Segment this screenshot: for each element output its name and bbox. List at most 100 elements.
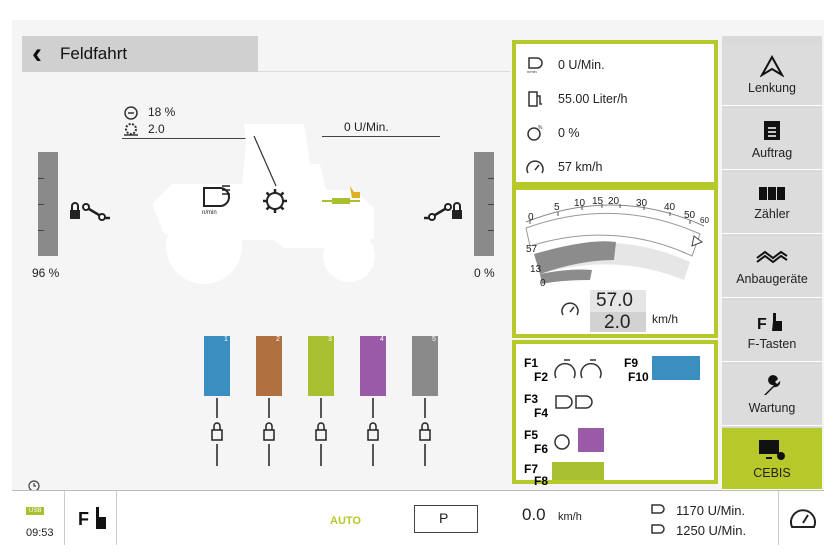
rpm-target: 1250 U/Min. <box>676 523 747 537</box>
speed-value: 57.0 <box>596 290 633 311</box>
sidebar-item-anbaugeraete[interactable]: Anbaugeräte <box>722 236 822 298</box>
f2-key[interactable]: F2 <box>534 370 548 384</box>
engine-speed-icon: n/min <box>524 56 546 74</box>
auto-label: AUTO <box>330 515 361 527</box>
stat-speed: 57 km/h <box>524 158 602 176</box>
f3-key[interactable]: F3 <box>524 392 538 406</box>
scale-label: 50 <box>684 210 696 221</box>
rear-hitch-lock-icon[interactable] <box>422 196 466 226</box>
sidebar: Lenkung Auftrag Zähler Anbaugeräte F F-T… <box>722 36 822 490</box>
f5-key[interactable]: F5 <box>524 428 538 442</box>
sidebar-item-label: Lenkung <box>748 80 796 95</box>
speedometer-icon <box>524 158 546 176</box>
valve-f7-icon <box>552 462 604 480</box>
rear-hitch-gauge <box>474 152 494 256</box>
svg-text:%: % <box>538 125 543 131</box>
target-value: 2.0 <box>604 312 631 333</box>
function-keys-panel[interactable]: F1 F2 F9 F10 F3 F4 F5 F6 F7 F8 <box>512 340 718 488</box>
stat-engine-speed: n/min 0 U/Min. <box>524 56 605 74</box>
stats-panel[interactable]: n/min 0 U/Min. 55.00 Liter/h % 0 % 57 km… <box>512 40 718 186</box>
hand-f-icon: F <box>757 312 782 333</box>
sidebar-item-auftrag[interactable]: Auftrag <box>722 108 822 170</box>
speed-display: 57.0 2.0 <box>590 290 646 333</box>
dashboard-speedometer-icon[interactable] <box>788 503 818 531</box>
side-label: 57 <box>526 244 538 255</box>
sidebar-item-wartung[interactable]: Wartung <box>722 364 822 426</box>
scale-label: 20 <box>608 196 620 207</box>
f9-key[interactable]: F9 <box>624 356 638 370</box>
f-key-hand-icon[interactable]: F <box>78 505 112 531</box>
speedometer-small-icon <box>561 302 579 316</box>
f6-key[interactable]: F6 <box>534 442 548 456</box>
front-hitch-lock-icon[interactable] <box>68 196 112 226</box>
stat-value: 0 % <box>558 126 580 140</box>
valve-locks <box>211 398 431 466</box>
engine-rpm-icon: n/min <box>202 185 230 216</box>
header-strip <box>258 36 510 72</box>
front-hitch-percent: 96 % <box>32 266 60 280</box>
f10-key[interactable]: F10 <box>628 370 649 384</box>
engine-rpm-small-icon <box>651 504 665 514</box>
sidebar-item-label: F-Tasten <box>747 336 797 351</box>
scale-label: 30 <box>636 198 648 209</box>
steering-icon <box>759 54 785 77</box>
monitor-gear-icon <box>759 439 785 460</box>
scale-label: 60 <box>700 216 709 225</box>
sidebar-item-lenkung[interactable]: Lenkung <box>722 44 822 106</box>
sidebar-item-cebis[interactable]: CEBIS <box>722 428 822 490</box>
park-label: P <box>439 510 449 526</box>
f4-key[interactable]: F4 <box>534 406 548 420</box>
ground-speed-unit: km/h <box>558 511 582 523</box>
valve-f9-icon <box>652 356 700 380</box>
side-label: 0 <box>540 278 546 289</box>
back-arrow-icon[interactable]: ‹ <box>22 39 52 69</box>
page-title: Feldfahrt <box>60 44 128 63</box>
stat-slip: % 0 % <box>524 124 580 142</box>
svg-text:F: F <box>757 316 767 333</box>
valve-number: 1 <box>224 336 228 343</box>
svg-text:n/min: n/min <box>527 69 537 74</box>
sidebar-item-f-tasten[interactable]: F F-Tasten <box>722 300 822 362</box>
implement-icon <box>756 250 788 263</box>
scale-label: 0 <box>528 212 534 223</box>
valve-number: 2 <box>276 336 280 343</box>
scale-label: 5 <box>554 202 560 213</box>
counter-icon <box>759 186 785 200</box>
f1-key[interactable]: F1 <box>524 356 538 370</box>
sidebar-item-zaehler[interactable]: Zähler <box>722 172 822 234</box>
sidebar-item-label: Wartung <box>748 400 796 415</box>
wrench-icon <box>764 374 781 395</box>
sidebar-item-label: Zähler <box>754 206 790 221</box>
scale-label: 10 <box>574 198 586 209</box>
svg-text:n/min: n/min <box>202 210 217 216</box>
rpm-actual: 1170 U/Min. <box>676 503 746 518</box>
engine-rpm-target-icon <box>651 524 665 534</box>
ground-speed: 0.0 <box>522 505 546 524</box>
sidebar-item-label: CEBIS <box>753 465 791 480</box>
valve-f6-icon <box>578 428 604 452</box>
valve-group: 1 2 3 4 5 <box>204 336 454 476</box>
svg-text:F: F <box>78 509 89 529</box>
clipboard-icon <box>764 120 780 140</box>
speed-gauge-panel[interactable]: 0 5 10 15 20 30 40 50 60 57 13 0 57.0 2.… <box>512 186 718 338</box>
sidebar-item-label: Anbaugeräte <box>736 271 808 286</box>
f8-key[interactable]: F8 <box>534 474 548 488</box>
fuel-icon <box>524 90 546 108</box>
sidebar-item-label: Auftrag <box>751 145 793 160</box>
clock-time: 09:53 <box>26 527 54 539</box>
scale-label: 40 <box>664 202 676 213</box>
front-hitch-gauge <box>38 152 58 256</box>
speed-arc <box>525 204 705 284</box>
scale-label: 15 <box>592 196 604 207</box>
usb-badge: USB <box>26 507 45 515</box>
stat-value: 55.00 Liter/h <box>558 92 628 106</box>
page-header[interactable]: ‹ Feldfahrt <box>22 36 258 72</box>
stat-value: 57 km/h <box>558 160 603 174</box>
valve-number: 4 <box>380 336 384 343</box>
valve-number: 5 <box>432 336 436 343</box>
rear-hitch-percent: 0 % <box>474 266 495 280</box>
pto-gear-icon <box>263 189 287 213</box>
stat-value: 0 U/Min. <box>558 58 605 72</box>
slip-control-icon <box>554 434 570 450</box>
speed-unit: km/h <box>652 312 679 326</box>
